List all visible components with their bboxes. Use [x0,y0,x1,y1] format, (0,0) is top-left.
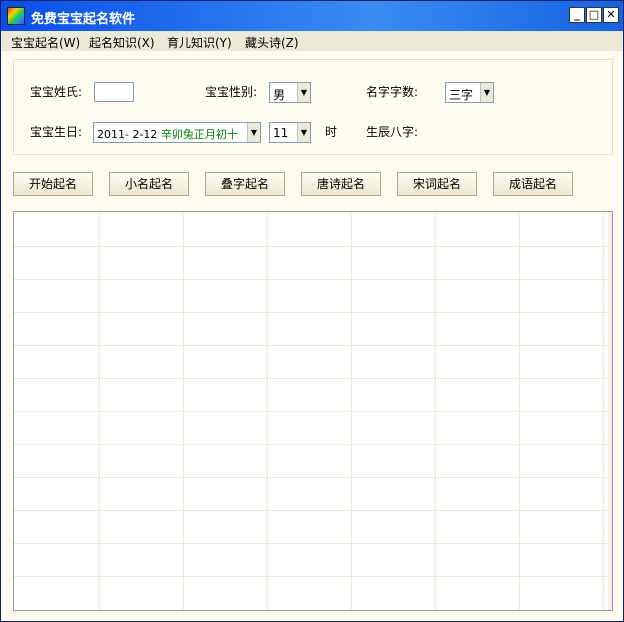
name-length-value: 三字 [449,88,474,102]
song-ci-naming-button[interactable]: 宋词起名 [397,172,477,196]
title-bar[interactable]: 免费宝宝起名软件 _ □ ✕ [1,1,623,31]
grid-divider [14,411,612,412]
chevron-down-icon[interactable]: ▼ [297,123,310,142]
main-window: 免费宝宝起名软件 _ □ ✕ 宝宝起名(W) 起名知识(X) 育儿知识(Y) 藏… [0,0,624,622]
chevron-down-icon[interactable]: ▼ [480,83,493,102]
name-length-select[interactable]: 三字 ▼ [445,82,494,103]
close-button[interactable]: ✕ [603,7,619,23]
surname-label: 宝宝姓氏: [30,85,83,99]
grid-divider [14,477,612,478]
hour-select[interactable]: 11 ▼ [269,122,311,143]
results-grid[interactable] [13,211,613,611]
birthday-picker[interactable]: 2011- 2-12 辛卯兔正月初十 ▼ [93,122,261,143]
grid-divider [14,576,612,577]
menu-bar: 宝宝起名(W) 起名知识(X) 育儿知识(Y) 藏头诗(Z) [1,31,623,51]
grid-divider [14,246,612,247]
hour-value: 11 [273,126,289,140]
grid-divider [14,279,612,280]
menu-parenting-knowledge[interactable]: 育儿知识(Y) [167,34,232,51]
birthday-lunar: 辛卯兔正月初十 [160,128,238,141]
grid-divider [14,378,612,379]
gender-value: 男 [273,88,286,102]
gender-label: 宝宝性别: [205,85,258,99]
grid-divider [14,345,612,346]
surname-input[interactable] [94,82,134,102]
app-icon [7,7,25,25]
minimize-button[interactable]: _ [569,7,585,23]
nickname-naming-button[interactable]: 小名起名 [109,172,189,196]
scrollbar[interactable] [608,212,612,610]
grid-divider [14,510,612,511]
birthday-label: 宝宝生日: [30,125,83,139]
window-title: 免费宝宝起名软件 [31,12,136,27]
name-length-label: 名字字数: [366,85,419,99]
gender-select[interactable]: 男 ▼ [269,82,311,103]
reduplicated-naming-button[interactable]: 叠字起名 [205,172,285,196]
menu-acrostic-poem[interactable]: 藏头诗(Z) [245,34,299,51]
chevron-down-icon[interactable]: ▼ [247,123,260,142]
grid-divider [14,543,612,544]
tang-poem-naming-button[interactable]: 唐诗起名 [301,172,381,196]
menu-naming-knowledge[interactable]: 起名知识(X) [89,34,155,51]
maximize-button[interactable]: □ [586,7,602,23]
grid-divider [14,312,612,313]
bazi-label: 生辰八字: [366,125,419,139]
hour-unit: 时 [325,125,338,139]
parameter-panel: 宝宝姓氏: 宝宝性别: 男 ▼ 名字字数: 三字 ▼ 宝宝生日: 2011- 2… [13,59,613,155]
chevron-down-icon[interactable]: ▼ [297,83,310,102]
grid-divider [14,444,612,445]
start-naming-button[interactable]: 开始起名 [13,172,93,196]
menu-baby-naming[interactable]: 宝宝起名(W) [11,34,80,51]
idiom-naming-button[interactable]: 成语起名 [493,172,573,196]
birthday-date: 2011- 2-12 [97,128,158,141]
